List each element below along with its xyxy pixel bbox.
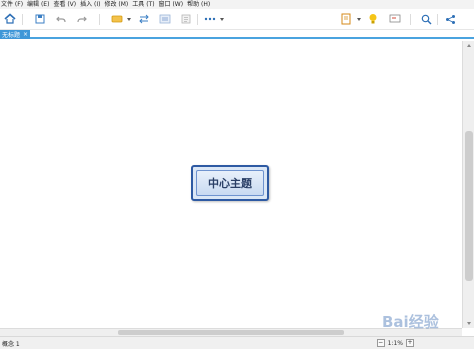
- toolbar-separator: [197, 14, 198, 25]
- presentation-icon[interactable]: [388, 12, 402, 26]
- status-label: 概念 1: [2, 341, 20, 348]
- vertical-scroll-thumb[interactable]: [465, 131, 473, 281]
- menu-bar: 文件 (F) 编辑 (E) 查看 (V) 插入 (I) 修改 (M) 工具 (T…: [0, 0, 474, 9]
- baidu-watermark: Bai经验: [382, 308, 472, 336]
- toolbar-separator: [22, 14, 23, 25]
- tab-untitled[interactable]: 无标题 ×: [0, 30, 30, 39]
- tab-label: 无标题: [2, 32, 21, 39]
- menu-window[interactable]: 窗口 (W): [159, 0, 188, 9]
- save-icon[interactable]: [33, 12, 47, 26]
- bulb-icon[interactable]: [366, 12, 380, 26]
- vertical-scrollbar[interactable]: [462, 41, 474, 328]
- scroll-up-icon[interactable]: [467, 44, 471, 47]
- more-icon[interactable]: [203, 12, 217, 26]
- central-topic-label: 中心主题: [196, 170, 264, 196]
- menu-insert[interactable]: 插入 (I): [80, 0, 104, 9]
- horizontal-scroll-thumb[interactable]: [118, 330, 344, 335]
- toolbar: [0, 9, 474, 30]
- toolbar-separator: [410, 14, 411, 25]
- central-topic[interactable]: 中心主题: [191, 165, 269, 201]
- watermark-text: Bai经验: [382, 313, 440, 331]
- status-bar: 概念 1 − 1:1% +: [0, 336, 474, 349]
- menu-view[interactable]: 查看 (V): [53, 0, 80, 9]
- tab-strip: 无标题 ×: [0, 30, 474, 39]
- menu-help[interactable]: 帮助 (H): [187, 0, 214, 9]
- zoom-out-button[interactable]: −: [376, 339, 385, 347]
- floating-topic-icon[interactable]: [158, 12, 172, 26]
- redo-icon[interactable]: [75, 12, 89, 26]
- menu-tools[interactable]: 工具 (T): [132, 0, 158, 9]
- undo-icon[interactable]: [54, 12, 68, 26]
- menu-edit[interactable]: 编辑 (E): [27, 0, 53, 9]
- topic-icon[interactable]: [110, 12, 124, 26]
- toolbar-separator: [437, 14, 438, 25]
- home-icon[interactable]: [3, 12, 17, 26]
- zoom-level: 1:1%: [387, 339, 403, 347]
- filter-icon[interactable]: [339, 12, 353, 26]
- menu-file[interactable]: 文件 (F): [1, 0, 27, 9]
- share-icon[interactable]: [443, 12, 457, 26]
- zoom-controls: − 1:1% +: [376, 339, 414, 347]
- toolbar-separator: [99, 14, 100, 25]
- tab-close-icon[interactable]: ×: [23, 31, 28, 38]
- zoom-in-button[interactable]: +: [406, 339, 414, 347]
- search-icon[interactable]: [419, 12, 433, 26]
- menu-modify[interactable]: 修改 (M): [105, 0, 133, 9]
- mindmap-canvas[interactable]: 中心主题: [0, 41, 462, 328]
- relationship-icon[interactable]: [137, 12, 151, 26]
- filter-dropdown-caret[interactable]: [357, 18, 361, 21]
- note-icon[interactable]: [179, 12, 193, 26]
- topic-dropdown-caret[interactable]: [127, 18, 131, 21]
- more-dropdown-caret[interactable]: [220, 18, 224, 21]
